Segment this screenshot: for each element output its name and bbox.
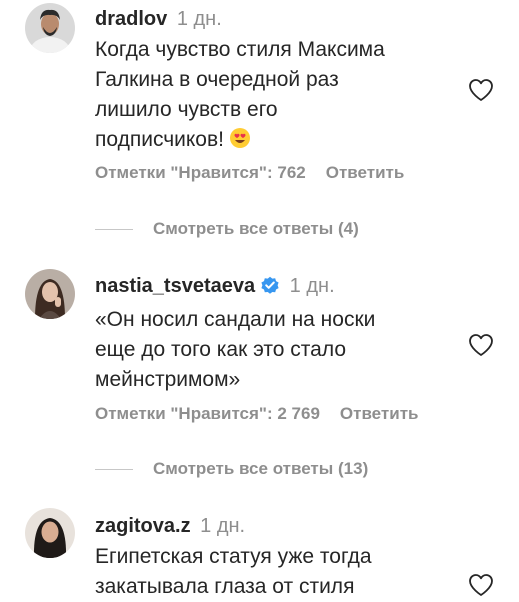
comment-username[interactable]: nastia_tsvetaeva (95, 275, 255, 297)
comment-text-line: подписчиков! (95, 128, 224, 151)
comment-text: Египетская статуя уже тогда закатывала г… (95, 542, 455, 602)
divider (95, 468, 133, 470)
comment-text-line: Египетская статуя уже тогда (95, 545, 372, 568)
comment-meta: Отметки "Нравится": 2 769 Ответить (95, 404, 418, 424)
verified-badge-icon (260, 275, 280, 303)
likes-count[interactable]: Отметки "Нравится": 2 769 (95, 404, 320, 423)
heart-outline-icon[interactable] (468, 78, 494, 102)
comment-username[interactable]: dradlov (95, 8, 167, 30)
avatar[interactable] (25, 3, 75, 53)
divider (95, 228, 133, 230)
reply-button[interactable]: Ответить (326, 163, 405, 182)
reply-button[interactable]: Ответить (340, 404, 419, 423)
comment-text-line: Галкина в очередной раз (95, 68, 339, 91)
heart-outline-icon[interactable] (468, 573, 494, 597)
comment-text-line-wrapper: подписчиков! (95, 125, 455, 158)
view-replies-label: Смотреть все ответы (13) (153, 459, 369, 478)
comment-time[interactable]: 1 дн. (290, 275, 335, 297)
avatar[interactable] (25, 269, 75, 319)
comment-text-line: еще до того как это стало (95, 338, 347, 361)
view-replies-button[interactable]: Смотреть все ответы (13) (95, 459, 368, 479)
comment-username[interactable]: zagitova.z (95, 515, 191, 537)
heart-outline-icon[interactable] (468, 333, 494, 357)
comment-text-line: лишило чувств его (95, 98, 278, 121)
view-replies-button[interactable]: Смотреть все ответы (4) (95, 219, 359, 239)
comment-time[interactable]: 1 дн. (200, 515, 245, 537)
comment-text-line: мейнстримом» (95, 368, 241, 391)
heart-eyes-emoji (229, 127, 251, 158)
comment-time[interactable]: 1 дн. (177, 8, 222, 30)
avatar[interactable] (25, 508, 75, 558)
likes-count[interactable]: Отметки "Нравится": 762 (95, 163, 306, 182)
comment-text: «Он носил сандали на носки еще до того к… (95, 305, 455, 395)
comment-text-line: закатывала глаза от стиля (95, 575, 355, 598)
comment-text-line: Когда чувство стиля Максима (95, 38, 385, 61)
comment-text: Когда чувство стиля Максима Галкина в оч… (95, 35, 455, 158)
view-replies-label: Смотреть все ответы (4) (153, 219, 359, 238)
comment-meta: Отметки "Нравится": 762 Ответить (95, 163, 404, 183)
comment-text-line: «Он носил сандали на носки (95, 308, 376, 331)
